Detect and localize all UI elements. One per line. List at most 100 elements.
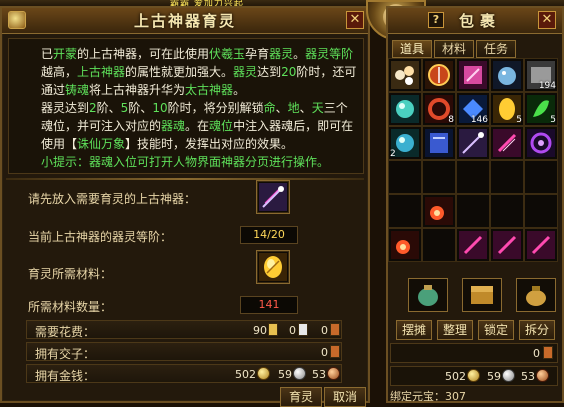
refine-title: 上古神器育灵	[133, 12, 236, 30]
gold-coin-icon	[467, 369, 480, 382]
copper-ingot-icon	[330, 323, 340, 336]
bag-slot[interactable]	[456, 160, 490, 194]
weapon-icon	[259, 183, 287, 211]
cost-label: 需要花费：	[35, 325, 96, 339]
tab-items[interactable]: 道具	[392, 40, 432, 58]
cost-gold-ingot-value: 90	[253, 324, 267, 337]
bag-slot[interactable]	[422, 194, 456, 228]
bag-slot[interactable]	[524, 194, 558, 228]
silver-coin-icon	[502, 369, 515, 382]
bag-slot[interactable]	[490, 160, 524, 194]
teal-orb-icon	[391, 95, 419, 123]
bag-slot[interactable]	[490, 126, 524, 160]
bag-extension-slot[interactable]	[516, 278, 556, 312]
bag-slot[interactable]	[490, 58, 524, 92]
tab-materials[interactable]: 材料	[434, 40, 474, 58]
jade-material-icon	[259, 253, 287, 281]
bag-slot[interactable]	[422, 160, 456, 194]
money-gold-value: 502	[235, 368, 256, 381]
jiaozi-value: 0	[321, 346, 328, 359]
bag-slot[interactable]: 146	[456, 92, 490, 126]
treasure-chest-icon	[471, 286, 493, 304]
bag-extension-slot[interactable]	[408, 278, 448, 312]
gold-coin-icon	[257, 367, 270, 380]
bound-value: 307	[445, 390, 466, 403]
put-artifact-label: 请先放入需要育灵的上古神器：	[28, 192, 197, 206]
jiaozi-label: 拥有交子：	[35, 347, 96, 361]
bag-slot[interactable]	[422, 58, 456, 92]
bag-slot[interactable]: 5	[490, 92, 524, 126]
bag-slot[interactable]	[388, 92, 422, 126]
bag-slot[interactable]	[422, 228, 456, 262]
purple-swirl-icon	[527, 129, 555, 157]
pink-scroll-icon	[493, 231, 521, 259]
silver-coin-icon	[293, 367, 306, 380]
bound-label: 绑定元宝：	[390, 390, 445, 403]
material-slot[interactable]	[256, 250, 290, 284]
cost-silver-ingot-value: 0	[289, 324, 296, 337]
stall-button[interactable]: 摆摊	[396, 320, 432, 340]
bag-slot[interactable]	[388, 228, 422, 262]
pet-icon	[493, 61, 521, 89]
sort-button[interactable]: 整理	[437, 320, 473, 340]
bag-slot[interactable]	[456, 126, 490, 160]
pink-scroll-icon	[459, 61, 487, 89]
item-count: 5	[550, 115, 556, 125]
money-row: 拥有金钱： 502 59 53	[26, 364, 342, 383]
silver-ingot-icon	[298, 323, 308, 336]
gold-ingot-icon	[268, 323, 278, 336]
bag-slot[interactable]: 8	[422, 92, 456, 126]
bag-slot[interactable]: 2	[388, 126, 422, 160]
split-button[interactable]: 拆分	[519, 320, 555, 340]
compass-icon	[425, 61, 453, 89]
bag-slot[interactable]	[388, 160, 422, 194]
refine-close-button[interactable]: ✕	[346, 11, 364, 29]
bag-money-gold-value: 502	[445, 370, 466, 383]
bag-slot[interactable]	[524, 126, 558, 160]
pouch-icon	[418, 285, 438, 306]
cost-row: 需要花费： 90 0 0	[26, 320, 342, 339]
flame-icon	[391, 231, 419, 259]
bag-money-silver-value: 59	[487, 370, 501, 383]
bag-jiaozi-row: 0	[390, 343, 558, 363]
cost-copper-ingot-value: 0	[321, 324, 328, 337]
bag-money-copper-value: 53	[521, 370, 535, 383]
cancel-button[interactable]: 取消	[324, 387, 366, 407]
copper-coin-icon	[327, 367, 340, 380]
qty-value: 141	[240, 296, 298, 314]
artifact-slot[interactable]	[256, 180, 290, 214]
bag-slot[interactable]	[456, 228, 490, 262]
bag-slot[interactable]	[524, 228, 558, 262]
lock-button[interactable]: 锁定	[478, 320, 514, 340]
refine-button[interactable]: 育灵	[280, 387, 322, 407]
refine-description-box: 已开蒙的上古神器，可在此使用伏羲玉孕育器灵。器灵等阶越高，上古神器的属性就更加强…	[8, 38, 364, 174]
jiaozi-icon	[330, 345, 340, 358]
bag-slot[interactable]	[388, 194, 422, 228]
jiaozi-icon	[543, 346, 553, 359]
bound-ingot-row: 绑定元宝：307	[390, 388, 558, 403]
bag-extension-slot[interactable]	[462, 278, 502, 312]
bag-slot[interactable]: 5	[524, 92, 558, 126]
bag-slot[interactable]	[456, 194, 490, 228]
divider	[6, 178, 364, 180]
bag-slot[interactable]	[490, 228, 524, 262]
item-count: 146	[470, 115, 488, 125]
item-count: 194	[538, 81, 556, 91]
spear-icon	[459, 129, 487, 157]
copper-coin-icon	[536, 369, 549, 382]
bag-slot[interactable]	[524, 160, 558, 194]
bag-slot[interactable]	[456, 58, 490, 92]
bag-slot[interactable]	[490, 194, 524, 228]
bag-slot[interactable]: 194	[524, 58, 558, 92]
bag-close-button[interactable]: ✕	[538, 11, 556, 29]
bag-slot[interactable]	[388, 58, 422, 92]
tab-quests[interactable]: 任务	[476, 40, 516, 58]
bag-money-row: 502 59 53	[390, 366, 558, 386]
desc-paragraph-2: 器灵达到2阶、5阶、10阶时，将分别解锁命、地、天三个魂位，并可注入对应的器魂。…	[41, 101, 354, 151]
pink-scroll-icon	[459, 231, 487, 259]
qty-label: 所需材料数量：	[28, 300, 113, 314]
jiaozi-row: 拥有交子： 0	[26, 342, 342, 361]
bag-slot[interactable]	[422, 126, 456, 160]
item-count: 5	[516, 115, 522, 125]
desc-paragraph-1: 已开蒙的上古神器，可在此使用伏羲玉孕育器灵。器灵等阶越高，上古神器的属性就更加强…	[41, 47, 357, 97]
